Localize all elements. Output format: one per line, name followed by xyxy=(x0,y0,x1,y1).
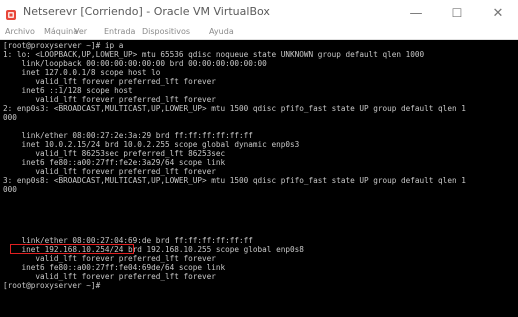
maximize-icon: ☐ xyxy=(451,6,463,20)
terminal-line: inet6 fe80::a00:27ff:fe04:69de/64 scope … xyxy=(3,263,226,272)
terminal-line: 000 xyxy=(3,185,17,194)
terminal-line: 000 xyxy=(3,113,17,122)
prompt-line: [root@proxyserver ~]# ip a xyxy=(3,41,124,50)
minimize-button[interactable]: — xyxy=(396,0,436,26)
virtualbox-window: Netserevr [Corriendo] - Oracle VM Virtua… xyxy=(0,0,518,317)
close-button[interactable]: ✕ xyxy=(478,0,518,26)
terminal-line: valid_lft forever preferred_lft forever xyxy=(3,272,216,281)
terminal-line: valid_lft forever preferred_lft forever xyxy=(3,95,216,104)
virtualbox-icon xyxy=(5,6,17,20)
ip-highlight-box xyxy=(10,244,134,254)
menu-entrada[interactable]: Entrada xyxy=(104,27,135,36)
menu-ayuda[interactable]: Ayuda xyxy=(209,27,234,36)
menu-archivo[interactable]: Archivo xyxy=(5,27,35,36)
prompt-line: [root@proxyserver ~]# xyxy=(3,281,101,290)
close-icon: ✕ xyxy=(492,5,504,21)
menu-bar: Archivo Máquina Ver Entrada Dispositivos… xyxy=(0,26,518,40)
menu-ver[interactable]: Ver xyxy=(74,27,87,36)
terminal-line: valid_lft forever preferred_lft forever xyxy=(3,167,216,176)
maximize-button[interactable]: ☐ xyxy=(437,0,477,26)
window-title: Netserevr [Corriendo] - Oracle VM Virtua… xyxy=(23,5,270,18)
minimize-icon: — xyxy=(409,5,423,21)
terminal-line: link/loopback 00:00:00:00:00:00 brd 00:0… xyxy=(3,59,267,68)
title-bar[interactable]: Netserevr [Corriendo] - Oracle VM Virtua… xyxy=(0,0,518,26)
terminal-line: inet 127.0.0.1/8 scope host lo xyxy=(3,68,161,77)
terminal-line: valid_lft 86253sec preferred_lft 86253se… xyxy=(3,149,226,158)
terminal-line: valid_lft forever preferred_lft forever xyxy=(3,77,216,86)
terminal-line: inet6 ::1/128 scope host xyxy=(3,86,133,95)
terminal-line: inet 10.0.2.15/24 brd 10.0.2.255 scope g… xyxy=(3,140,300,149)
terminal-line: valid_lft forever preferred_lft forever xyxy=(3,254,216,263)
terminal-line: link/ether 08:00:27:2e:3a:29 brd ff:ff:f… xyxy=(3,131,253,140)
interface-enp0s8-line: 3: enp0s8: <BROADCAST,MULTICAST,UP,LOWER… xyxy=(3,176,466,185)
interface-lo-line: 1: lo: <LOOPBACK,UP,LOWER_UP> mtu 65536 … xyxy=(3,50,425,59)
menu-dispositivos[interactable]: Dispositivos xyxy=(142,27,190,36)
interface-enp0s3-line: 2: enp0s3: <BROADCAST,MULTICAST,UP,LOWER… xyxy=(3,104,466,113)
terminal-line: inet6 fe80::a00:27ff:fe2e:3a29/64 scope … xyxy=(3,158,226,167)
vm-console[interactable]: [root@proxyserver ~]# ip a 1: lo: <LOOPB… xyxy=(0,40,518,317)
